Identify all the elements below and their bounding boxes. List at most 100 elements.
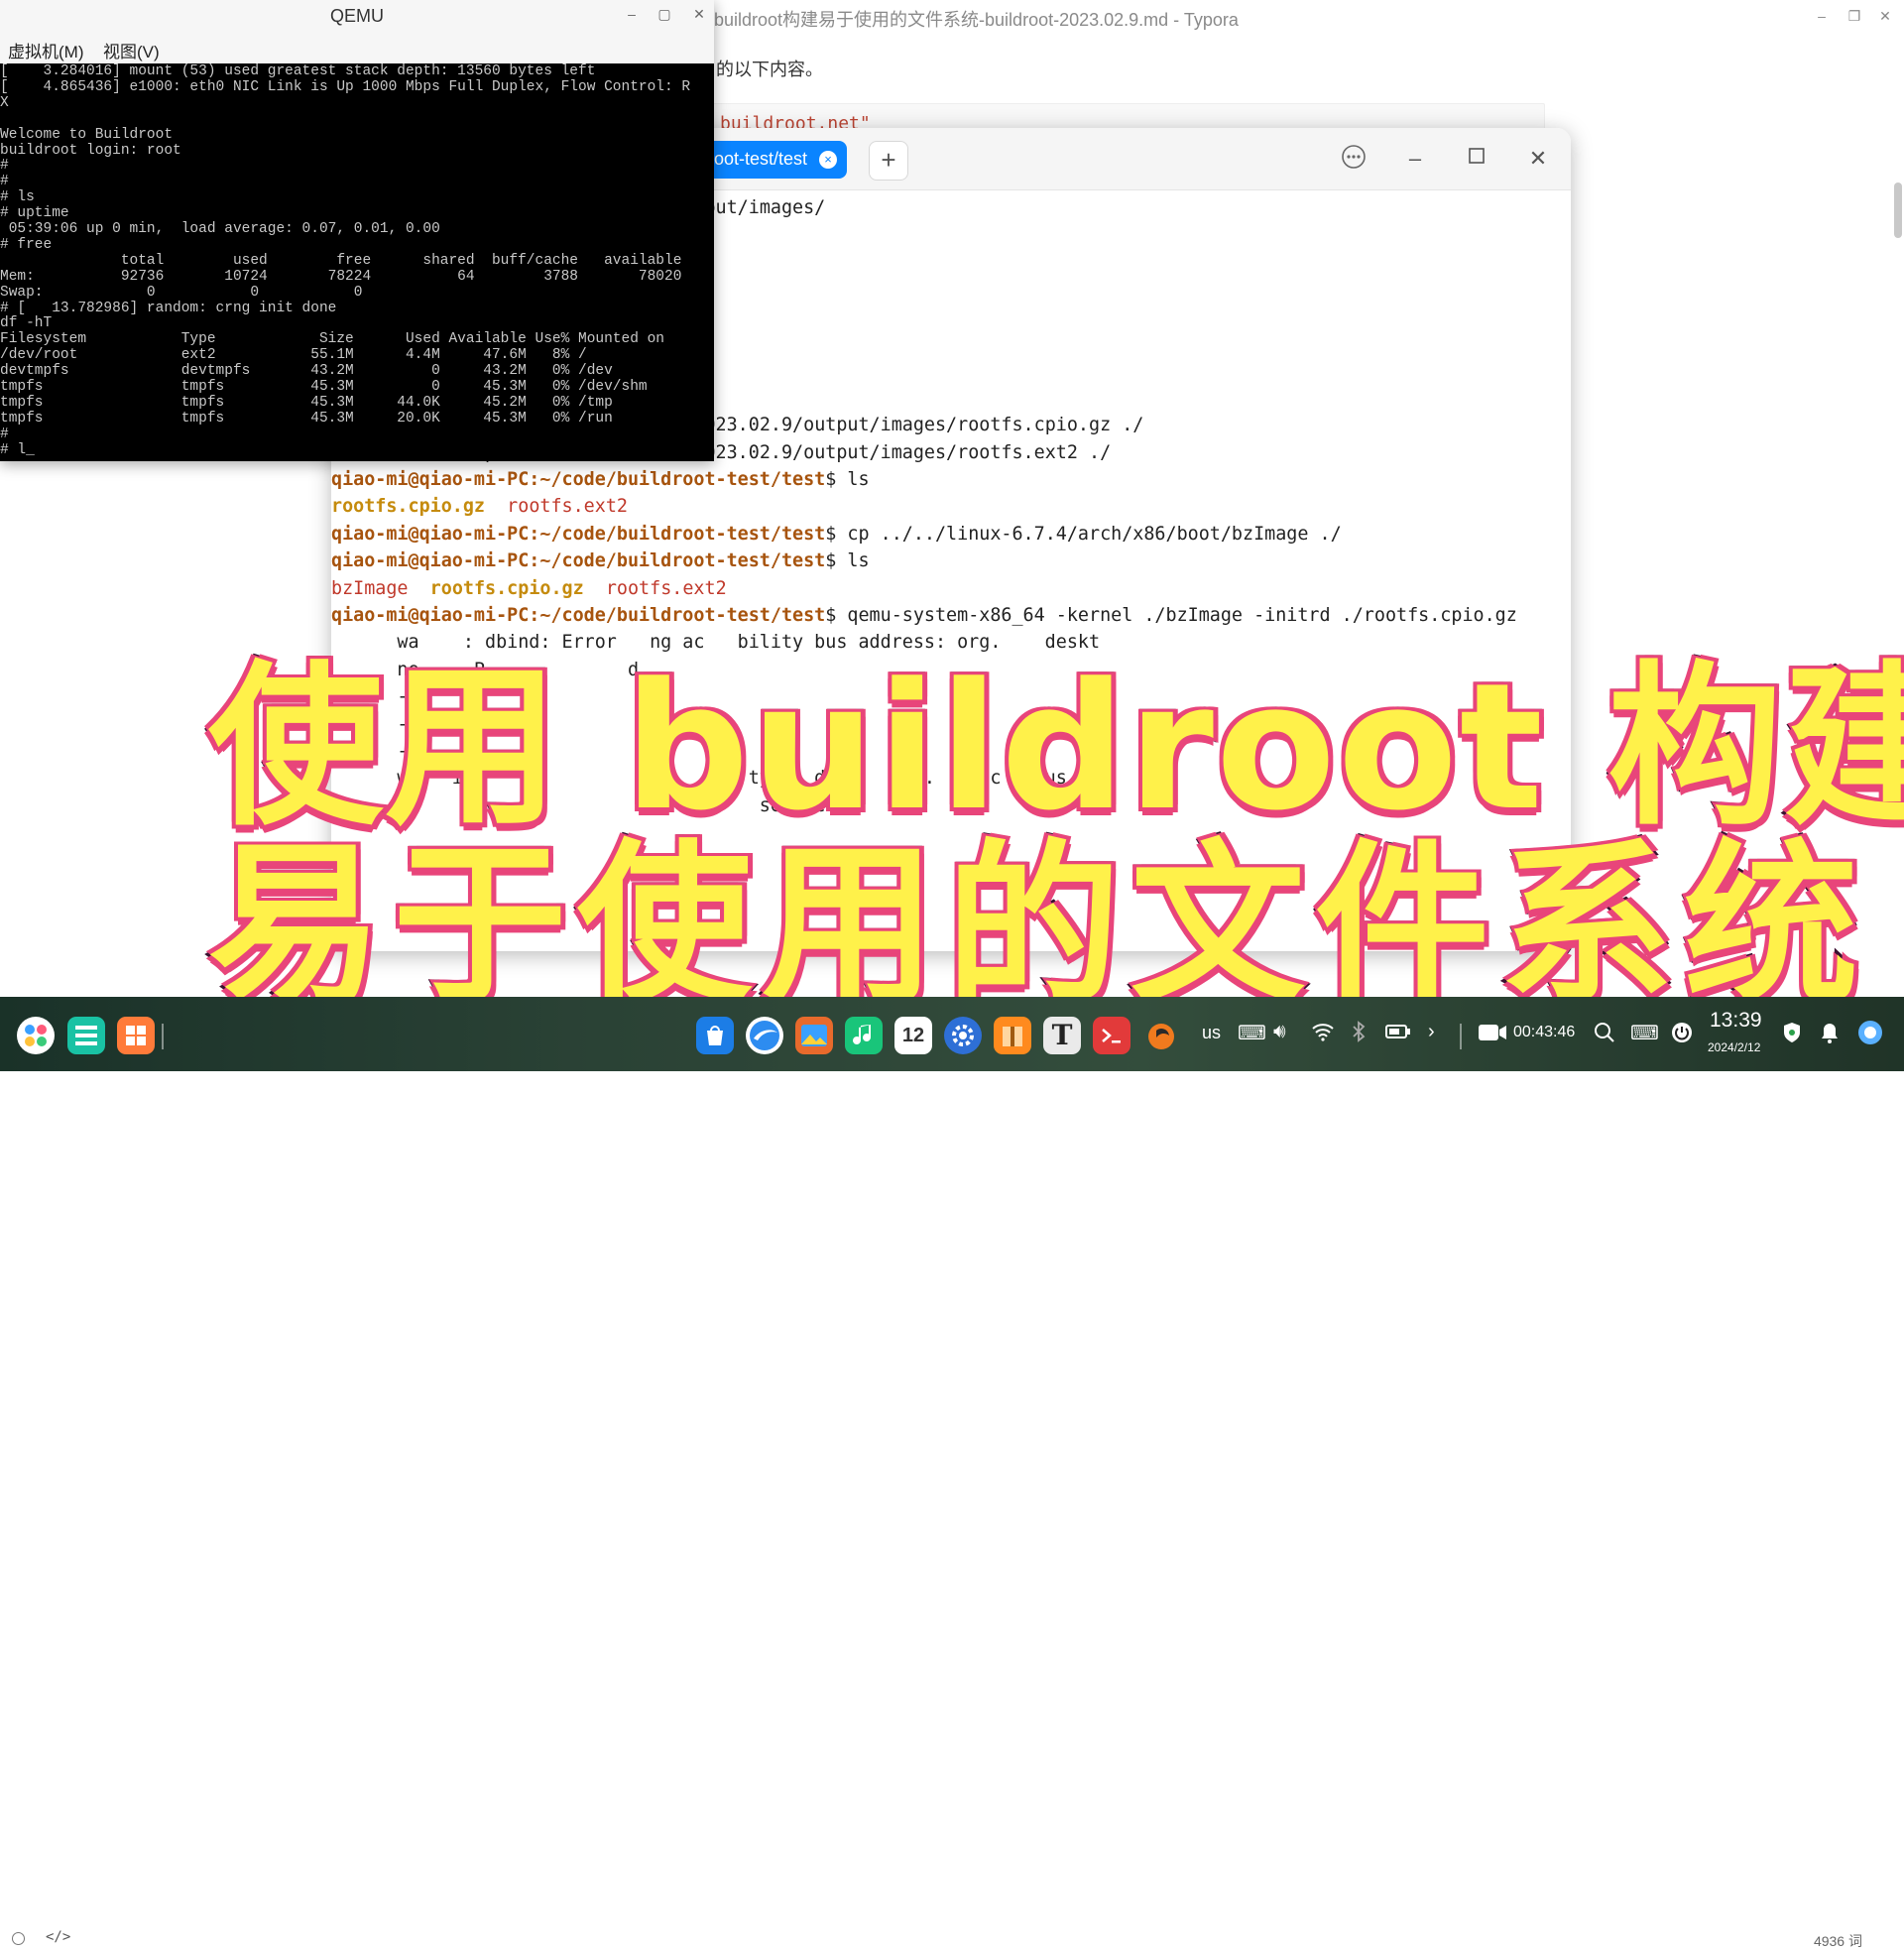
menu-machine[interactable]: 虚拟机(M) <box>8 38 83 62</box>
shell-prompt: qiao-mi@qiao-mi-PC:~/code/buildroot-test… <box>331 523 826 545</box>
console-line: df -hT <box>0 315 53 332</box>
menu-view[interactable]: 视图(V) <box>103 38 160 62</box>
taskbar-divider <box>162 1024 164 1049</box>
terminal-app-icon[interactable] <box>1093 1017 1130 1054</box>
launcher-icon[interactable] <box>17 1017 55 1054</box>
source-code-toggle[interactable]: </> <box>46 1929 70 1945</box>
file-entry: rootfs.ext2 <box>507 496 628 518</box>
shell-command: ls <box>847 550 870 572</box>
typora-minimize-button[interactable]: – <box>1809 4 1835 28</box>
shell-prompt: qiao-mi@qiao-mi-PC:~/code/buildroot-test… <box>331 469 826 490</box>
onscreen-keyboard-icon[interactable]: ⌨ <box>1630 1021 1659 1045</box>
battery-icon[interactable] <box>1385 1021 1411 1047</box>
maximize-icon[interactable] <box>1462 144 1491 174</box>
word-count[interactable]: 4936 词 <box>1814 1931 1862 1951</box>
console-line: 05:39:06 up 0 min, load average: 0.07, 0… <box>0 221 440 237</box>
terminal-line: qiao-mi@qiao-mi-PC:~/code/buildroot-test… <box>331 466 870 493</box>
file-entry <box>485 496 507 517</box>
console-line: # <box>0 158 9 175</box>
qemu-maximize-button[interactable]: ▢ <box>654 6 675 23</box>
clock-time[interactable]: 13:39 <box>1710 1009 1762 1033</box>
shell-prompt: qiao-mi@qiao-mi-PC:~/code/buildroot-test… <box>331 550 826 572</box>
terminal-line: bzImage rootfs.cpio.gz rootfs.ext2 <box>331 575 727 602</box>
shell-command: ls <box>847 469 870 490</box>
console-line: tmpfs tmpfs 45.3M 0 45.3M 0% /dev/shm <box>0 379 648 395</box>
console-line: # <box>0 426 9 442</box>
console-line: Welcome to Buildroot <box>0 126 174 143</box>
console-line: # <box>0 174 9 190</box>
settings-gear-icon[interactable] <box>944 1017 982 1054</box>
prompt-dollar: $ <box>825 469 848 490</box>
console-line: devtmpfs devtmpfs 43.2M 0 43.2M 0% /dev <box>0 363 613 380</box>
typora-close-button[interactable]: ✕ <box>1872 4 1898 28</box>
music-icon[interactable] <box>845 1017 883 1054</box>
terminal-line: qiao-mi@qiao-mi-PC:~/code/buildroot-test… <box>331 548 870 574</box>
file-entry: rootfs.cpio.gz <box>429 577 584 599</box>
workspace-icon[interactable] <box>117 1017 155 1054</box>
power-icon[interactable] <box>1670 1021 1694 1049</box>
console-line: [ 4.865436] e1000: eth0 NIC Link is Up 1… <box>0 78 691 95</box>
console-line: [ 3.284016] mount (53) used greatest sta… <box>0 63 596 79</box>
app-store-icon[interactable] <box>696 1017 734 1054</box>
file-entry: rootfs.cpio.gz <box>331 496 486 518</box>
console-line: Mem: 92736 10724 78224 64 3788 78020 <box>0 268 682 285</box>
image-viewer-icon[interactable] <box>795 1017 833 1054</box>
screen-recorder-icon[interactable] <box>1478 1022 1507 1048</box>
clock-date[interactable]: 2024/2/12 <box>1708 1040 1760 1054</box>
console-line: Filesystem Type Size Used Available Use%… <box>0 331 665 348</box>
typora-window-title: buildroot构建易于使用的文件系统-buildroot-2023.02.9… <box>714 10 1239 30</box>
close-icon[interactable]: ✕ <box>1523 144 1553 174</box>
archive-manager-icon[interactable] <box>994 1017 1031 1054</box>
terminal-tab-label: root-test/test <box>708 149 808 169</box>
qemu-console[interactable]: [ 3.284016] mount (53) used greatest sta… <box>0 63 714 461</box>
new-tab-button[interactable]: + <box>869 141 908 181</box>
typora-scrollbar[interactable] <box>1894 183 1902 238</box>
typora-restore-button[interactable]: ❐ <box>1842 4 1867 28</box>
console-line: # l_ <box>0 441 35 458</box>
qemu-window-title: QEMU <box>330 6 384 26</box>
taskbar: 12 T us ⌨ 🔊︎ › 00:43:46 ⌨ 13:39 2024/2/1… <box>0 997 1904 1071</box>
bluetooth-icon[interactable] <box>1351 1021 1367 1047</box>
chevron-right-icon[interactable]: › <box>1428 1021 1435 1043</box>
console-line: # [ 13.782986] random: crng init done <box>0 300 337 316</box>
wifi-icon[interactable] <box>1311 1021 1335 1047</box>
file-entry: bzImage <box>331 577 409 599</box>
minimize-icon[interactable]: – <box>1400 144 1430 174</box>
security-shield-icon[interactable] <box>1781 1021 1803 1049</box>
terminal-line: qiao-mi@qiao-mi-PC:~/code/buildroot-test… <box>331 521 1342 548</box>
tray-divider <box>1460 1024 1462 1049</box>
console-line: /dev/root ext2 55.1M 4.4M 47.6M 8% / <box>0 347 587 364</box>
search-icon[interactable] <box>1593 1021 1616 1049</box>
document-text-line: 的以下内容。 <box>716 60 823 79</box>
notification-bell-icon[interactable] <box>1819 1021 1841 1049</box>
prompt-dollar: $ <box>825 550 848 572</box>
prompt-dollar: $ <box>825 523 848 545</box>
shell-command: cp ../../linux-6.7.4/arch/x86/boot/bzIma… <box>847 523 1342 545</box>
more-options-icon[interactable] <box>1339 144 1368 174</box>
console-line: tmpfs tmpfs 45.3M 44.0K 45.2M 0% /tmp <box>0 394 613 411</box>
console-line: # ls <box>0 189 35 206</box>
console-line: Swap: 0 0 0 <box>0 284 363 301</box>
outline-toggle-icon[interactable] <box>12 1932 25 1945</box>
assistant-icon[interactable] <box>1856 1019 1884 1051</box>
console-line: # free <box>0 236 53 253</box>
typora-app-icon[interactable]: T <box>1043 1017 1081 1054</box>
qemu-window: QEMU – ▢ ✕ 虚拟机(M) 视图(V) [ 3.284016] moun… <box>0 0 714 461</box>
multitask-view-icon[interactable] <box>67 1017 105 1054</box>
console-line: total used free shared buff/cache availa… <box>0 252 682 269</box>
qemu-close-button[interactable]: ✕ <box>688 6 710 23</box>
file-entry <box>409 578 430 599</box>
console-line: X <box>0 94 9 111</box>
keyboard-layout[interactable]: us <box>1202 1023 1221 1043</box>
volume-icon[interactable]: 🔊︎ <box>1273 1021 1286 1043</box>
qemu-app-icon[interactable] <box>1142 1017 1180 1054</box>
calendar-day: 12 <box>901 1025 925 1046</box>
keyboard-icon[interactable]: ⌨ <box>1238 1021 1266 1045</box>
file-entry <box>584 578 606 599</box>
console-line: tmpfs tmpfs 45.3M 20.0K 45.3M 0% /run <box>0 410 613 427</box>
tab-close-icon[interactable]: × <box>819 151 837 169</box>
calendar-icon[interactable]: 12 <box>894 1017 932 1054</box>
qemu-minimize-button[interactable]: – <box>621 6 643 22</box>
browser-icon[interactable] <box>746 1017 783 1054</box>
recording-timer: 00:43:46 <box>1513 1024 1576 1040</box>
